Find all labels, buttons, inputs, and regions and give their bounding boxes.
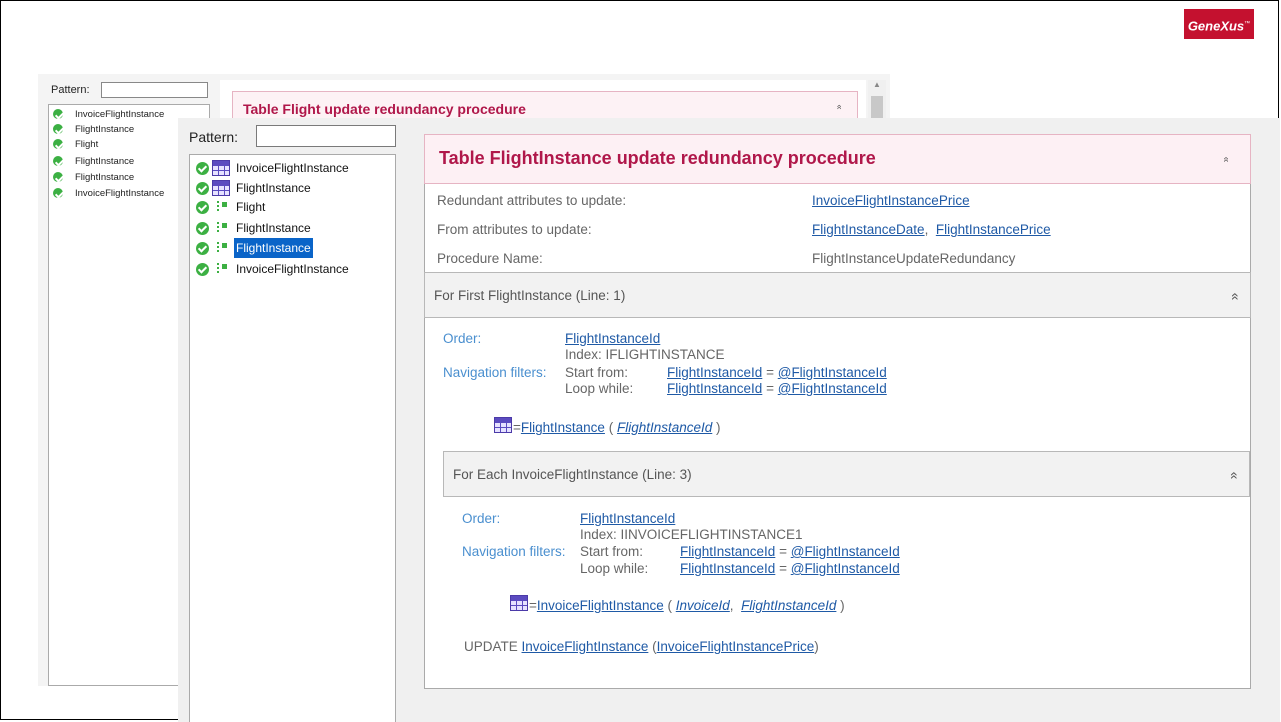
order-label: Order: xyxy=(462,511,501,526)
filter-attribute-link[interactable]: FlightInstanceId xyxy=(667,365,762,380)
index-text: Index: IFLIGHTINSTANCE xyxy=(565,347,725,362)
back-header-title: Table Flight update redundancy procedure xyxy=(243,101,526,117)
update-table-link[interactable]: InvoiceFlightInstance xyxy=(522,639,649,654)
procedure-header: Table FlightInstance update redundancy p… xyxy=(424,134,1251,184)
paren: ( xyxy=(667,598,672,613)
success-check-icon xyxy=(196,222,209,235)
for-each-title: For Each InvoiceFlightInstance (Line: 3) xyxy=(453,467,692,482)
table-icon xyxy=(494,417,512,433)
paren: ) xyxy=(814,639,819,654)
for-first-section-header[interactable]: For First FlightInstance (Line: 1) » xyxy=(424,272,1251,318)
update-keyword: UPDATE xyxy=(464,639,518,654)
genexus-logo: GeneXus™ xyxy=(1184,9,1254,39)
order-attribute-link[interactable]: FlightInstanceId xyxy=(565,331,660,346)
tree-item[interactable]: FlightInstance xyxy=(196,218,391,238)
equals-sign: = xyxy=(529,598,537,613)
table-icon xyxy=(212,160,230,176)
scroll-up-icon[interactable]: ▲ xyxy=(873,80,881,89)
key-attribute-link[interactable]: FlightInstanceId xyxy=(741,598,836,613)
key-attribute-link[interactable]: FlightInstanceId xyxy=(617,420,712,435)
start-from-label: Start from: xyxy=(565,365,629,380)
tree-item-selected[interactable]: FlightInstance xyxy=(196,238,391,258)
from-attribute-link[interactable]: FlightInstanceDate xyxy=(812,222,925,237)
table-link[interactable]: InvoiceFlightInstance xyxy=(537,598,664,613)
navigation-tree[interactable]: InvoiceFlightInstance FlightInstance Fli… xyxy=(189,154,396,722)
success-check-icon xyxy=(196,182,209,195)
filter-attribute-link[interactable]: FlightInstanceId xyxy=(680,544,775,559)
filter-variable-link[interactable]: @FlightInstanceId xyxy=(778,365,887,380)
filter-variable-link[interactable]: @FlightInstanceId xyxy=(778,381,887,396)
success-check-icon xyxy=(196,242,209,255)
filter-variable-link[interactable]: @FlightInstanceId xyxy=(791,561,900,576)
navigation-icon xyxy=(216,220,228,236)
pattern-input[interactable] xyxy=(256,125,396,147)
table-icon xyxy=(510,595,528,611)
paren: ) xyxy=(716,420,721,435)
success-check-icon xyxy=(196,263,209,276)
navigation-icon xyxy=(216,240,228,256)
equals-sign: = xyxy=(779,544,787,559)
procedure-name-value: FlightInstanceUpdateRedundancy xyxy=(812,251,1016,266)
equals-sign: = xyxy=(779,561,787,576)
order-label: Order: xyxy=(443,331,482,346)
loop-while-label: Loop while: xyxy=(565,381,634,396)
back-pattern-input[interactable] xyxy=(101,82,208,98)
filter-attribute-link[interactable]: FlightInstanceId xyxy=(667,381,762,396)
success-check-icon xyxy=(196,162,209,175)
for-each-section-header[interactable]: For Each InvoiceFlightInstance (Line: 3)… xyxy=(443,451,1250,497)
from-attribute-link[interactable]: FlightInstancePrice xyxy=(936,222,1051,237)
procedure-title: Table FlightInstance update redundancy p… xyxy=(439,148,876,168)
tree-item[interactable]: FlightInstance xyxy=(196,178,391,198)
loop-while-label: Loop while: xyxy=(580,561,649,576)
tree-item[interactable]: InvoiceFlightInstance xyxy=(196,259,391,279)
back-pattern-label: Pattern: xyxy=(51,84,90,96)
from-attributes-label: From attributes to update: xyxy=(437,222,592,237)
collapse-icon[interactable]: » xyxy=(1226,293,1241,301)
navigation-filters-label: Navigation filters: xyxy=(443,365,547,380)
navigation-icon xyxy=(216,199,228,215)
table-icon xyxy=(212,180,230,196)
equals-sign: = xyxy=(513,420,521,435)
filter-variable-link[interactable]: @FlightInstanceId xyxy=(791,544,900,559)
index-text: Index: IINVOICEFLIGHTINSTANCE1 xyxy=(580,527,803,542)
paren: ) xyxy=(840,598,845,613)
redundant-attribute-link[interactable]: InvoiceFlightInstancePrice xyxy=(812,193,970,208)
separator: , xyxy=(924,222,929,237)
collapse-icon[interactable]: » xyxy=(1225,472,1240,480)
key-attribute-link[interactable]: InvoiceId xyxy=(676,598,730,613)
paren: ( xyxy=(608,420,614,435)
equals-sign: = xyxy=(766,365,774,380)
pattern-label: Pattern: xyxy=(189,129,239,145)
tree-item[interactable]: Flight xyxy=(196,197,391,217)
for-first-title: For First FlightInstance (Line: 1) xyxy=(434,288,626,303)
update-attribute-link[interactable]: InvoiceFlightInstancePrice xyxy=(657,639,815,654)
separator: , xyxy=(729,598,734,613)
table-link[interactable]: FlightInstance xyxy=(521,420,605,435)
order-attribute-link[interactable]: FlightInstanceId xyxy=(580,511,675,526)
navigation-icon xyxy=(216,261,228,277)
navigation-filters-label: Navigation filters: xyxy=(462,544,566,559)
start-from-label: Start from: xyxy=(580,544,644,559)
collapse-icon[interactable]: » xyxy=(1220,157,1231,163)
collapse-icon[interactable]: » xyxy=(834,104,844,109)
equals-sign: = xyxy=(766,381,774,396)
tree-item[interactable]: InvoiceFlightInstance xyxy=(196,158,391,178)
filter-attribute-link[interactable]: FlightInstanceId xyxy=(680,561,775,576)
redundant-attributes-label: Redundant attributes to update: xyxy=(437,193,627,208)
procedure-name-label: Procedure Name: xyxy=(437,251,543,266)
success-check-icon xyxy=(196,201,209,214)
